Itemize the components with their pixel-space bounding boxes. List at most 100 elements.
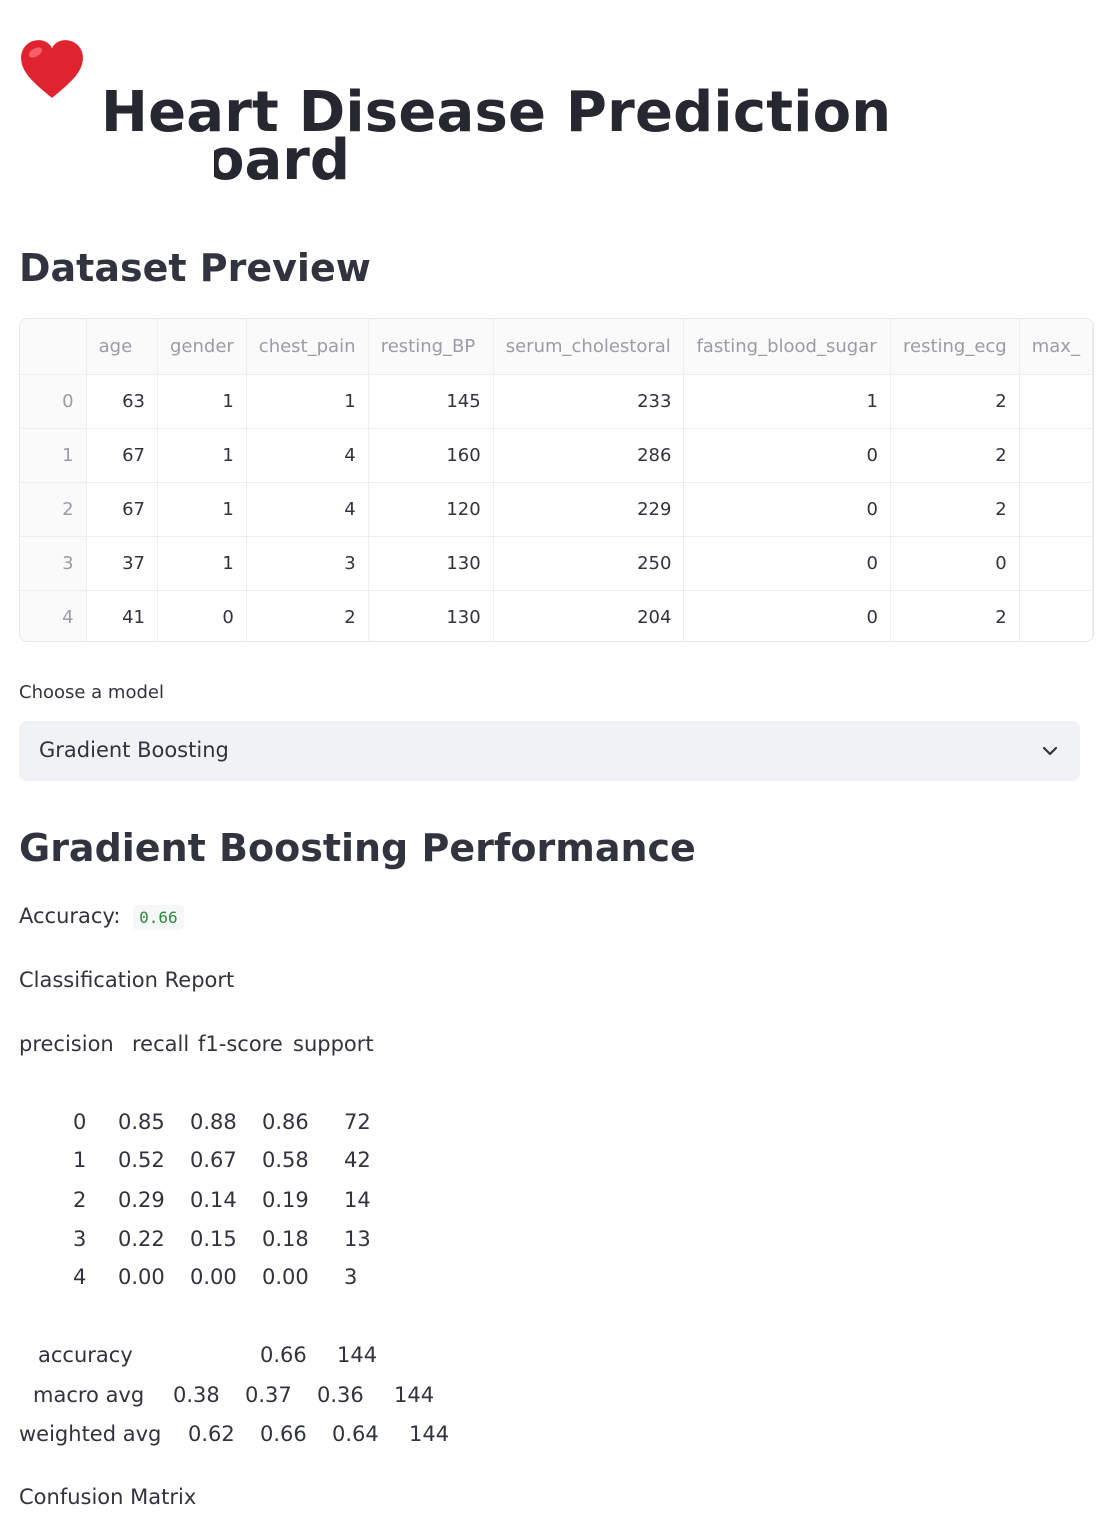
report-value: 0.00 <box>190 1265 237 1289</box>
table-header-cell[interactable]: resting_BP <box>368 319 494 375</box>
table-cell: 2 <box>890 482 1020 537</box>
table-header-cell[interactable]: max_ <box>1019 319 1093 375</box>
table-cell: 0 <box>157 590 247 641</box>
table-cell: 2 <box>890 590 1020 641</box>
table-cell <box>1019 428 1093 483</box>
report-value: 13 <box>344 1227 371 1251</box>
report-class-label: 0 <box>73 1110 87 1134</box>
report-value: 0.52 <box>118 1148 165 1172</box>
table-cell: 130 <box>368 536 494 591</box>
table-row[interactable]: 0 63 1 1 145 233 1 2 <box>20 374 1093 429</box>
table-row-index: 2 <box>20 482 87 537</box>
report-header-support: support <box>293 1032 374 1056</box>
table-cell: 2 <box>246 590 369 641</box>
table-row[interactable]: 4 41 0 2 130 204 0 2 <box>20 590 1093 641</box>
dataset-table[interactable]: age gender chest_pain resting_BP serum_chole… <box>19 318 1094 642</box>
table-cell: 1 <box>683 374 891 429</box>
table-cell: 229 <box>493 482 685 537</box>
table-cell: 3 <box>246 536 369 591</box>
table-cell: 0 <box>890 536 1020 591</box>
report-value: 0.15 <box>190 1227 237 1251</box>
classification-report-label: Classification Report <box>19 968 235 992</box>
accuracy-label: Accuracy: <box>19 904 121 928</box>
accuracy-line: Accuracy: 0.66 <box>19 904 184 930</box>
model-select-label: Choose a model <box>19 682 164 703</box>
table-cell: 1 <box>157 374 247 429</box>
report-value: 0.85 <box>118 1110 165 1134</box>
report-weighted-label: weighted avg <box>19 1422 162 1446</box>
table-cell: 120 <box>368 482 494 537</box>
table-row-index: 1 <box>20 428 87 483</box>
table-row-index: 0 <box>20 374 87 429</box>
title-line-2: Dashboard <box>214 128 350 193</box>
table-cell <box>1019 374 1093 429</box>
table-row[interactable]: 1 67 1 4 160 286 0 2 <box>20 428 1093 483</box>
table-cell: 1 <box>246 374 369 429</box>
performance-heading: Gradient Boosting Performance <box>19 826 696 870</box>
heart-icon <box>21 40 83 98</box>
table-header-cell[interactable]: serum_cholestoral <box>493 319 685 375</box>
report-value: 0.88 <box>190 1110 237 1134</box>
table-cell: 41 <box>86 590 158 641</box>
table-row-index: 3 <box>20 536 87 591</box>
report-value: 0.58 <box>262 1148 309 1172</box>
dataset-heading: Dataset Preview <box>19 246 371 290</box>
table-header-cell[interactable]: gender <box>157 319 247 375</box>
report-macro-f1: 0.36 <box>317 1383 364 1407</box>
report-weighted-recall: 0.66 <box>260 1422 307 1446</box>
report-value: 0.19 <box>262 1188 309 1212</box>
report-header-precision: precision <box>19 1032 114 1056</box>
table-cell: 0 <box>683 590 891 641</box>
report-value: 0.14 <box>190 1188 237 1212</box>
table-cell: 1 <box>157 428 247 483</box>
table-cell: 160 <box>368 428 494 483</box>
table-row[interactable]: 2 67 1 4 120 229 0 2 <box>20 482 1093 537</box>
report-macro-label: macro avg <box>33 1383 145 1407</box>
report-weighted-f1: 0.64 <box>332 1422 379 1446</box>
report-value: 0.00 <box>262 1265 309 1289</box>
table-cell: 130 <box>368 590 494 641</box>
chevron-down-icon <box>1042 746 1058 756</box>
table-cell <box>1019 590 1093 641</box>
title-line-2-clip: Dashboard <box>214 128 414 198</box>
table-cell: 286 <box>493 428 685 483</box>
report-value: 42 <box>344 1148 371 1172</box>
table-cell <box>1019 482 1093 537</box>
report-macro-recall: 0.37 <box>245 1383 292 1407</box>
table-cell: 37 <box>86 536 158 591</box>
report-class-label: 3 <box>73 1227 87 1251</box>
report-class-label: 4 <box>73 1265 87 1289</box>
confusion-matrix-label: Confusion Matrix <box>19 1485 197 1509</box>
report-accuracy-f1: 0.66 <box>260 1343 307 1367</box>
report-value: 14 <box>344 1188 371 1212</box>
table-cell: 67 <box>86 428 158 483</box>
table-cell: 0 <box>683 536 891 591</box>
table-header-cell[interactable]: fasting_blood_sugar <box>683 319 891 375</box>
table-cell: 67 <box>86 482 158 537</box>
table-cell: 1 <box>157 482 247 537</box>
table-cell: 4 <box>246 482 369 537</box>
report-value: 72 <box>344 1110 371 1134</box>
table-cell: 233 <box>493 374 685 429</box>
report-class-label: 2 <box>73 1188 87 1212</box>
table-cell: 0 <box>683 428 891 483</box>
report-accuracy-label: accuracy <box>38 1343 133 1367</box>
table-index-header[interactable] <box>20 319 87 375</box>
report-header-recall: recall <box>132 1032 190 1056</box>
table-header-cell[interactable]: resting_ecg <box>890 319 1020 375</box>
table-cell: 250 <box>493 536 685 591</box>
report-macro-support: 144 <box>394 1383 435 1407</box>
report-value: 3 <box>344 1265 358 1289</box>
table-header-cell[interactable]: chest_pain <box>246 319 369 375</box>
table-cell: 4 <box>246 428 369 483</box>
table-cell: 1 <box>157 536 247 591</box>
report-header-f1: f1-score <box>198 1032 283 1056</box>
report-value: 0.29 <box>118 1188 165 1212</box>
table-cell <box>1019 536 1093 591</box>
table-row[interactable]: 3 37 1 3 130 250 0 0 <box>20 536 1093 591</box>
table-header-cell[interactable]: age <box>86 319 158 375</box>
table-cell: 0 <box>683 482 891 537</box>
model-select[interactable]: Gradient Boosting <box>19 721 1080 781</box>
accuracy-value: 0.66 <box>133 905 184 930</box>
table-cell: 2 <box>890 428 1020 483</box>
